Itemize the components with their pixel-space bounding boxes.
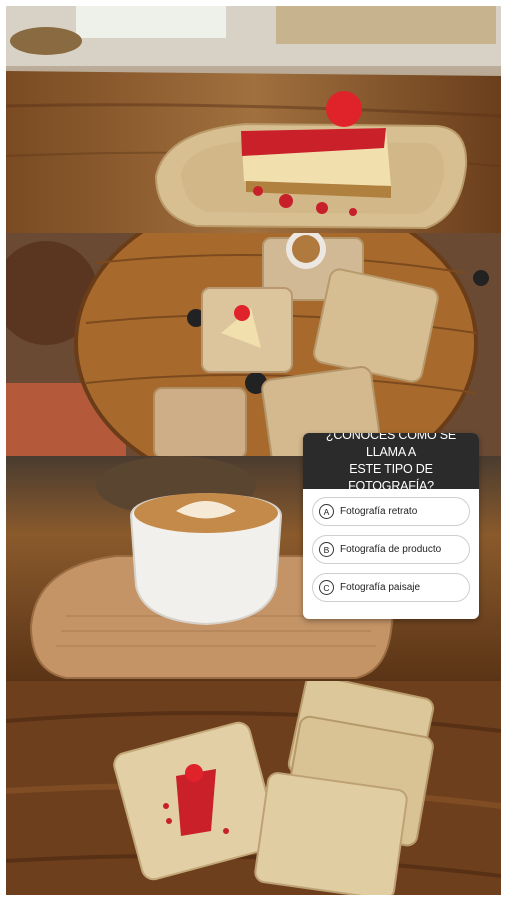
- option-letter-b: B: [319, 542, 334, 557]
- quiz-sticker: ¿CONOCES CÓMO SE LLAMA A ESTE TIPO DE FO…: [303, 433, 479, 619]
- option-letter-a: A: [319, 504, 334, 519]
- photo-panel-table-top-view: [6, 233, 501, 456]
- option-label-b: Fotografía de producto: [340, 544, 442, 555]
- quiz-option-a[interactable]: A Fotografía retrato: [312, 497, 470, 526]
- quiz-option-b[interactable]: B Fotografía de producto: [312, 535, 470, 564]
- photo-panel-plates: [6, 681, 501, 895]
- photo-panel-cheesecake-window: [6, 6, 501, 233]
- quiz-options: A Fotografía retrato B Fotografía de pro…: [303, 489, 479, 602]
- story-frame: ¿CONOCES CÓMO SE LLAMA A ESTE TIPO DE FO…: [6, 6, 501, 895]
- option-letter-c: C: [319, 580, 334, 595]
- quiz-option-c[interactable]: C Fotografía paisaje: [312, 573, 470, 602]
- quiz-question: ¿CONOCES CÓMO SE LLAMA A ESTE TIPO DE FO…: [303, 433, 479, 493]
- option-label-c: Fotografía paisaje: [340, 582, 421, 593]
- option-label-a: Fotografía retrato: [340, 506, 418, 517]
